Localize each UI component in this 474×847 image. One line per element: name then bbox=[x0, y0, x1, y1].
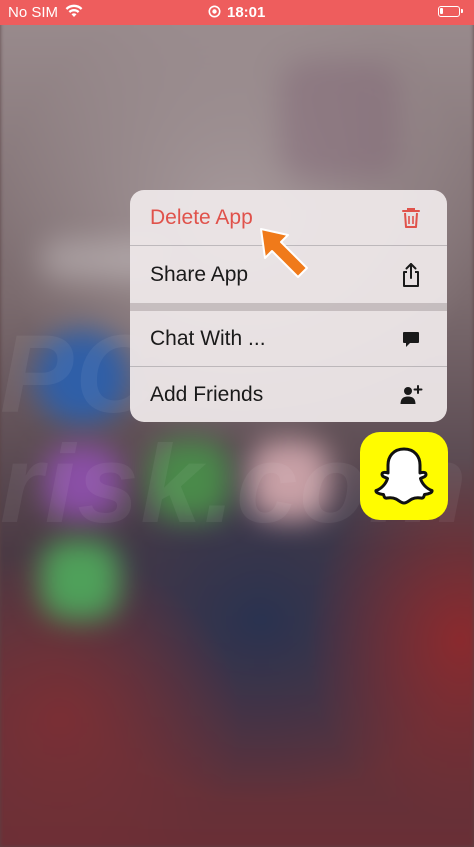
wifi-icon bbox=[65, 4, 83, 22]
pointer-arrow-icon bbox=[258, 224, 314, 280]
menu-item-label: Chat With ... bbox=[150, 326, 266, 350]
chat-with-menu-item[interactable]: Chat With ... bbox=[130, 311, 447, 366]
snapchat-app-icon[interactable] bbox=[360, 432, 448, 520]
battery-icon bbox=[438, 6, 463, 17]
blurred-home-screen bbox=[0, 0, 474, 847]
blurred-app-icon bbox=[250, 440, 330, 520]
share-icon bbox=[399, 262, 423, 287]
status-bar: No SIM 18:01 bbox=[0, 0, 474, 25]
blurred-app-icon bbox=[35, 330, 130, 425]
menu-item-label: Add Friends bbox=[150, 382, 264, 406]
chat-bubble-icon bbox=[399, 327, 423, 351]
trash-icon bbox=[399, 206, 423, 230]
menu-group-separator bbox=[130, 303, 447, 311]
add-person-icon bbox=[399, 383, 423, 407]
blurred-app-icon bbox=[40, 540, 120, 620]
clock: 18:01 bbox=[227, 4, 266, 21]
blurred-app-icon bbox=[45, 445, 120, 520]
blurred-widget bbox=[280, 60, 400, 180]
add-friends-menu-item[interactable]: Add Friends bbox=[130, 367, 447, 422]
blurred-app-icon bbox=[150, 440, 230, 520]
alarm-icon bbox=[208, 5, 221, 22]
carrier-label: No SIM bbox=[8, 4, 59, 21]
snapchat-ghost-icon bbox=[374, 447, 434, 505]
